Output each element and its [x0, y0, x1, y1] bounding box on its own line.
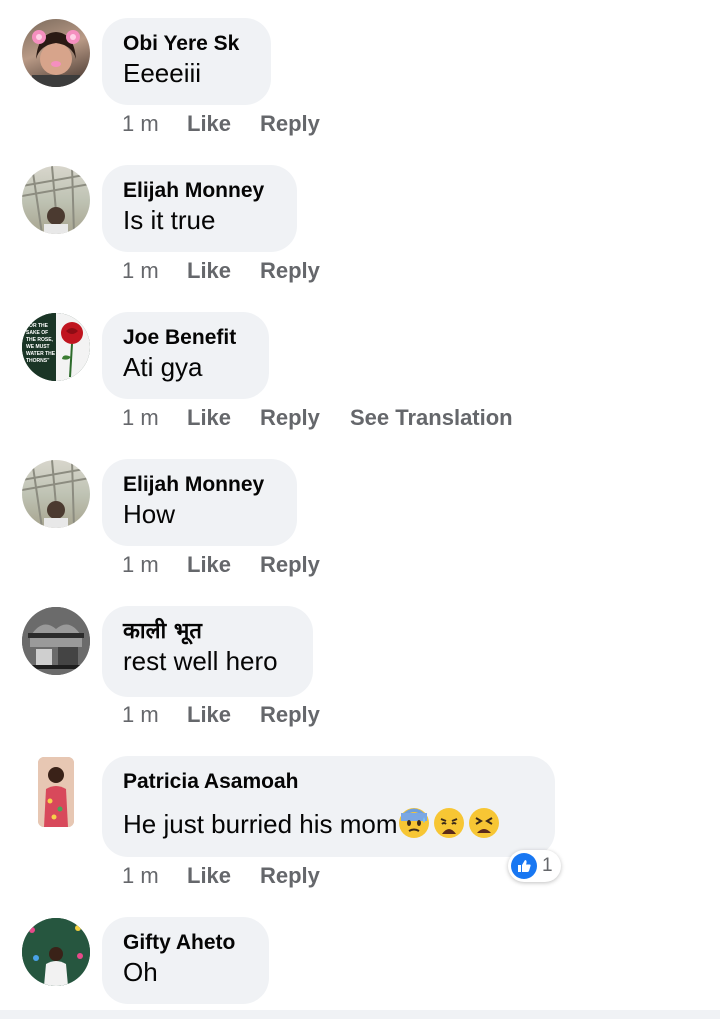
like-button[interactable]: Like	[187, 702, 260, 728]
comment-text: rest well hero	[123, 646, 278, 676]
reply-button[interactable]: Reply	[260, 702, 350, 728]
timestamp[interactable]: 1 m	[122, 552, 187, 578]
comment-actions: 1 m Like Reply	[122, 552, 350, 578]
reaction-summary[interactable]: 1	[508, 850, 561, 882]
avatar[interactable]	[22, 607, 90, 675]
comment-bubble: Joe Benefit Ati gya	[102, 312, 269, 399]
anxious-sweat-face-icon	[398, 807, 430, 839]
author-name[interactable]: Obi Yere Sk	[123, 31, 251, 57]
timestamp[interactable]: 1 m	[122, 111, 187, 137]
reply-button[interactable]: Reply	[260, 863, 350, 889]
author-name[interactable]: Gifty Aheto	[123, 930, 249, 956]
comment-text: Is it true	[123, 205, 216, 235]
avatar[interactable]	[22, 166, 90, 234]
divider	[0, 1010, 720, 1019]
timestamp[interactable]: 1 m	[122, 405, 187, 431]
like-button[interactable]: Like	[187, 111, 260, 137]
reply-button[interactable]: Reply	[260, 111, 350, 137]
thumbs-up-icon	[511, 853, 537, 879]
comment-text: Eeeeiii	[123, 58, 202, 88]
author-name[interactable]: Joe Benefit	[123, 325, 249, 351]
avatar-text-6: THORNS"	[26, 358, 50, 364]
like-button[interactable]: Like	[187, 552, 260, 578]
author-name[interactable]: Elijah Monney	[123, 178, 277, 204]
weary-face-icon	[433, 807, 465, 839]
tired-face-icon	[468, 807, 500, 839]
like-button[interactable]: Like	[187, 258, 260, 284]
avatar-text-2: SAKE OF	[26, 330, 48, 336]
see-translation-button[interactable]: See Translation	[350, 405, 513, 431]
comment-bubble: Obi Yere Sk Eeeeiii	[102, 18, 271, 105]
author-name[interactable]: Elijah Monney	[123, 472, 277, 498]
avatar-text-5: WATER THE	[26, 351, 56, 357]
comment-bubble: Gifty Aheto Oh	[102, 917, 269, 1004]
comment-text: Ati gya	[123, 352, 203, 382]
comment-actions: 1 m Like Reply	[122, 863, 350, 889]
comment-actions: 1 m Like Reply	[122, 258, 350, 284]
author-name[interactable]: Patricia Asamoah	[123, 769, 535, 795]
avatar[interactable]	[22, 19, 90, 87]
reaction-count: 1	[542, 855, 553, 876]
avatar[interactable]: FOR THE SAKE OF THE ROSE, WE MUST WATER …	[22, 313, 90, 381]
timestamp[interactable]: 1 m	[122, 702, 187, 728]
comment-bubble: Elijah Monney How	[102, 459, 297, 546]
avatar[interactable]	[22, 460, 90, 528]
avatar-text-4: WE MUST	[26, 344, 50, 350]
timestamp[interactable]: 1 m	[122, 863, 187, 889]
comment-bubble: Patricia Asamoah He just burried his mom	[102, 756, 555, 857]
timestamp[interactable]: 1 m	[122, 258, 187, 284]
comment-text-row: He just burried his mom	[123, 807, 535, 841]
avatar[interactable]	[22, 918, 90, 986]
comment-actions: 1 m Like Reply	[122, 111, 350, 137]
reply-button[interactable]: Reply	[260, 552, 350, 578]
like-button[interactable]: Like	[187, 405, 260, 431]
comment-bubble: काली भूत rest well hero	[102, 606, 313, 697]
comment-actions: 1 m Like Reply See Translation	[122, 405, 513, 431]
author-name[interactable]: काली भूत	[123, 619, 293, 645]
reply-button[interactable]: Reply	[260, 258, 350, 284]
comment-text: Oh	[123, 957, 158, 987]
like-button[interactable]: Like	[187, 863, 260, 889]
comment-text: He just burried his mom	[123, 809, 398, 839]
comment-text: How	[123, 499, 176, 529]
comment-actions: 1 m Like Reply	[122, 702, 350, 728]
avatar-text-1: FOR THE	[26, 323, 49, 329]
comment-bubble: Elijah Monney Is it true	[102, 165, 297, 252]
avatar-text-3: THE ROSE,	[26, 337, 54, 343]
reply-button[interactable]: Reply	[260, 405, 350, 431]
avatar[interactable]	[38, 757, 74, 827]
